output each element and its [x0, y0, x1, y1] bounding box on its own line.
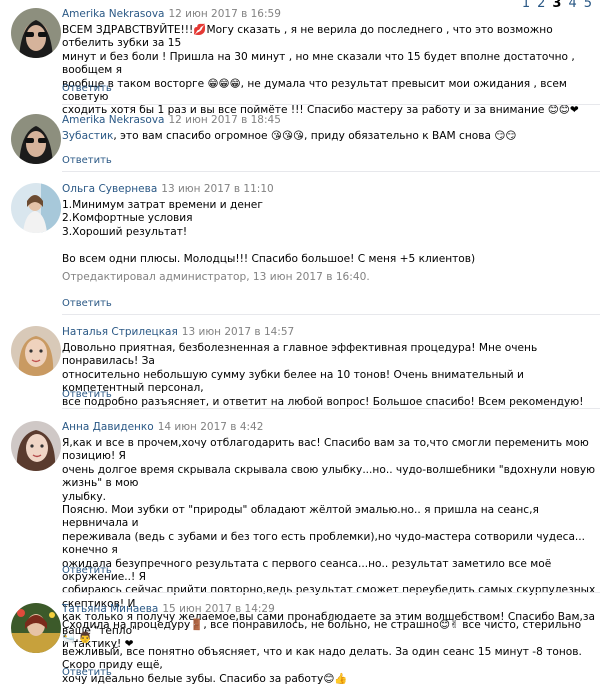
comment-date[interactable]: 13 июн 2017 в 11:10 [161, 183, 273, 195]
edited-note: Отредактировал администратор, 13 июн 201… [62, 271, 370, 284]
reply-link[interactable]: Ответить [62, 389, 112, 400]
comment-date[interactable]: 15 июн 2017 в 14:29 [162, 603, 274, 615]
comment-text: Довольно приятная, безболезненная а глав… [62, 342, 584, 408]
comment-text: Сходила на процедуру🚪, все понравилось, … [62, 619, 582, 685]
divider [62, 592, 600, 593]
reply-link[interactable]: Ответить [62, 565, 112, 576]
avatar[interactable] [11, 326, 61, 376]
comment-date[interactable]: 12 июн 2017 в 18:45 [168, 114, 280, 126]
reply-link[interactable]: Ответить [62, 298, 112, 309]
mention-link[interactable]: Зубастик [62, 130, 113, 142]
comment-date[interactable]: 13 июн 2017 в 14:57 [182, 326, 294, 338]
comment-author[interactable]: Татьяна Минаева [62, 603, 158, 615]
comment-author[interactable]: Наталья Стрилецкая [62, 326, 178, 338]
avatar[interactable] [11, 603, 61, 653]
avatar[interactable] [11, 8, 61, 58]
comment-text: Зубастик, это вам спасибо огромное 😘😘😘, … [62, 130, 517, 142]
reply-link[interactable]: Ответить [62, 83, 112, 94]
reply-link[interactable]: Ответить [62, 667, 112, 678]
comment-author[interactable]: Ольга Сувернева [62, 183, 157, 195]
divider [62, 408, 600, 409]
divider [62, 314, 600, 315]
comment-author[interactable]: Анна Давиденко [62, 421, 154, 433]
comment-text: 1.Минимум затрат времени и денег 2.Комфо… [62, 199, 476, 265]
comment-date[interactable]: 12 июн 2017 в 16:59 [168, 8, 280, 20]
divider [62, 171, 600, 172]
comment-date[interactable]: 14 июн 2017 в 4:42 [158, 421, 264, 433]
avatar[interactable] [11, 421, 61, 471]
avatar[interactable] [11, 114, 61, 164]
comment-author[interactable]: Amerika Nekrasova [62, 114, 164, 126]
avatar[interactable] [11, 183, 61, 233]
comment-author[interactable]: Amerika Nekrasova [62, 8, 164, 20]
reply-link[interactable]: Ответить [62, 155, 112, 166]
divider [62, 104, 600, 105]
